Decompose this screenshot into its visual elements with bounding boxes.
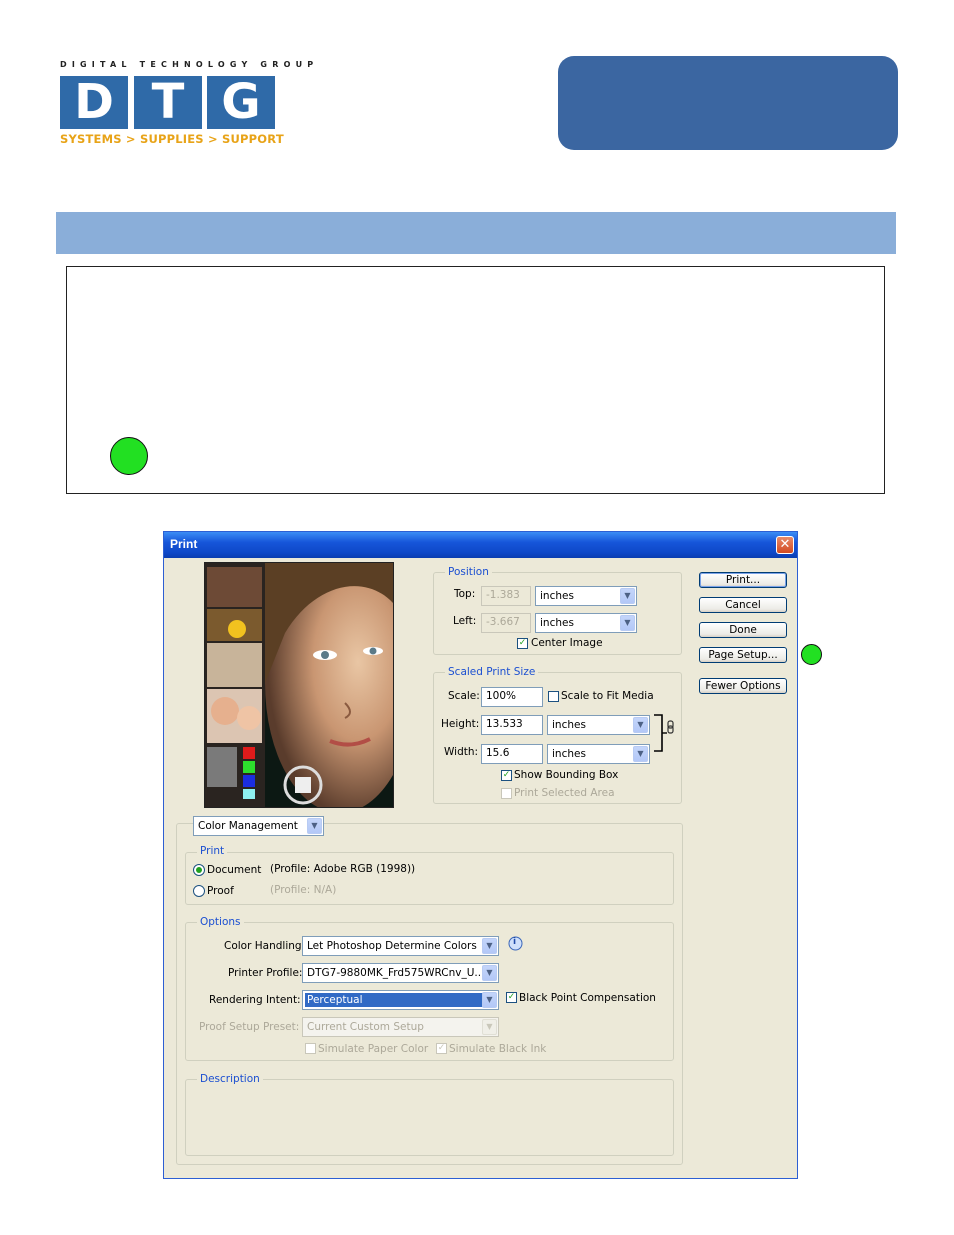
printer-profile-label: Printer Profile: [228, 967, 303, 979]
select-value: Color Management [198, 820, 298, 832]
logo-company-name: DIGITAL TECHNOLOGY GROUP [60, 60, 319, 69]
chevron-down-icon[interactable]: ▼ [482, 992, 497, 1008]
select-value: inches [552, 719, 586, 731]
step-marker-small [801, 644, 822, 665]
title-bar[interactable]: Print ✕ [164, 532, 797, 558]
print-selected-area-label: Print Selected Area [514, 787, 615, 799]
select-value: Perceptual [305, 993, 483, 1007]
logo-tile-t: T [134, 76, 202, 129]
color-handling-select[interactable]: Let Photoshop Determine Colors ▼ [302, 936, 499, 956]
info-glyph: i [513, 937, 517, 947]
instruction-frame [66, 266, 885, 494]
proof-profile: (Profile: N/A) [270, 884, 337, 896]
height-unit-select[interactable]: inches ▼ [547, 715, 650, 735]
scaled-legend: Scaled Print Size [445, 666, 539, 678]
done-button[interactable]: Done [699, 622, 787, 638]
print-source-group [185, 852, 674, 905]
print-selected-area-checkbox[interactable] [501, 788, 512, 799]
height-label: Height: [441, 718, 480, 730]
logo-tile-d: D [60, 76, 128, 129]
rendering-intent-label: Rendering Intent: [209, 994, 301, 1006]
preview-image [205, 563, 393, 807]
step-marker-large [110, 437, 148, 475]
simulate-paper-label: Simulate Paper Color [318, 1043, 429, 1055]
print-button[interactable]: Print... [699, 572, 787, 588]
simulate-ink-checkbox[interactable]: ✓ [436, 1043, 447, 1054]
description-group [185, 1079, 674, 1156]
chevron-down-icon[interactable]: ▼ [482, 938, 497, 954]
logo-letter: G [221, 74, 261, 130]
scale-to-fit-label: Scale to Fit Media [561, 690, 654, 702]
rendering-intent-select[interactable]: Perceptual ▼ [302, 990, 499, 1010]
chevron-down-icon[interactable]: ▼ [633, 746, 648, 762]
scale-label: Scale: [448, 690, 480, 702]
chevron-down-icon[interactable]: ▼ [482, 1019, 497, 1035]
document-label: Document [207, 864, 262, 876]
dialog-title: Print [170, 537, 198, 551]
logo-letter: D [74, 74, 114, 130]
proof-setup-preset-select[interactable]: Current Custom Setup ▼ [302, 1017, 499, 1037]
top-label: Top: [454, 588, 476, 600]
simulate-paper-checkbox[interactable] [305, 1043, 316, 1054]
simulate-ink-label: Simulate Black Ink [449, 1043, 547, 1055]
close-icon: ✕ [779, 537, 791, 552]
print-dialog: Print ✕ Position Top: -1.383 inches ▼ Le… [163, 531, 798, 1179]
document-profile: (Profile: Adobe RGB (1998)) [270, 863, 416, 875]
logo-tagline: SYSTEMS > SUPPLIES > SUPPORT [60, 132, 284, 146]
print-legend: Print [197, 845, 228, 857]
width-label: Width: [444, 746, 479, 758]
proof-label: Proof [207, 885, 234, 897]
logo-tile-g: G [207, 76, 275, 129]
width-unit-select[interactable]: inches ▼ [547, 744, 650, 764]
proof-radio[interactable] [193, 885, 205, 897]
cancel-button[interactable]: Cancel [699, 597, 787, 613]
left-unit-select[interactable]: inches ▼ [535, 613, 637, 633]
width-input[interactable]: 15.6 [481, 744, 543, 764]
output-mode-select[interactable]: Color Management ▼ [193, 816, 324, 836]
center-image-checkbox[interactable]: ✓ [517, 638, 528, 649]
close-button[interactable]: ✕ [776, 536, 794, 554]
color-handling-label: Color Handling: [224, 940, 306, 952]
select-value: Current Custom Setup [307, 1021, 424, 1033]
left-label: Left: [453, 615, 477, 627]
chevron-down-icon[interactable]: ▼ [482, 965, 497, 981]
description-legend: Description [197, 1073, 263, 1085]
document-radio[interactable] [193, 864, 205, 876]
scale-input[interactable]: 100% [481, 687, 543, 707]
top-input[interactable]: -1.383 [481, 586, 531, 606]
select-value: inches [540, 590, 574, 602]
chevron-down-icon[interactable]: ▼ [620, 588, 635, 604]
logo-letter: T [151, 74, 185, 130]
top-unit-select[interactable]: inches ▼ [535, 586, 637, 606]
options-legend: Options [197, 916, 244, 928]
select-value: inches [540, 617, 574, 629]
height-input[interactable]: 13.533 [481, 715, 543, 735]
section-band [56, 212, 896, 254]
select-value: inches [552, 748, 586, 760]
black-point-label: Black Point Compensation [519, 992, 656, 1004]
chain-link-icon[interactable] [652, 713, 678, 753]
select-value: Let Photoshop Determine Colors [307, 940, 477, 952]
header-pill [558, 56, 898, 150]
print-preview [204, 562, 394, 808]
left-input[interactable]: -3.667 [481, 613, 531, 633]
select-value: DTG7-9880MK_Frd575WRCnv_U... [307, 967, 485, 979]
chevron-down-icon[interactable]: ▼ [620, 615, 635, 631]
chevron-down-icon[interactable]: ▼ [307, 818, 322, 834]
chevron-down-icon[interactable]: ▼ [633, 717, 648, 733]
show-bounding-box-checkbox[interactable]: ✓ [501, 770, 512, 781]
black-point-checkbox[interactable]: ✓ [506, 992, 517, 1003]
printer-profile-select[interactable]: DTG7-9880MK_Frd575WRCnv_U... ▼ [302, 963, 499, 983]
center-image-label: Center Image [531, 637, 603, 649]
position-legend: Position [445, 566, 492, 578]
page-setup-button[interactable]: Page Setup... [699, 647, 787, 663]
show-bounding-box-label: Show Bounding Box [514, 769, 619, 781]
fewer-options-button[interactable]: Fewer Options [699, 678, 787, 694]
scale-to-fit-checkbox[interactable] [548, 691, 559, 702]
proof-setup-preset-label: Proof Setup Preset: [199, 1021, 300, 1033]
